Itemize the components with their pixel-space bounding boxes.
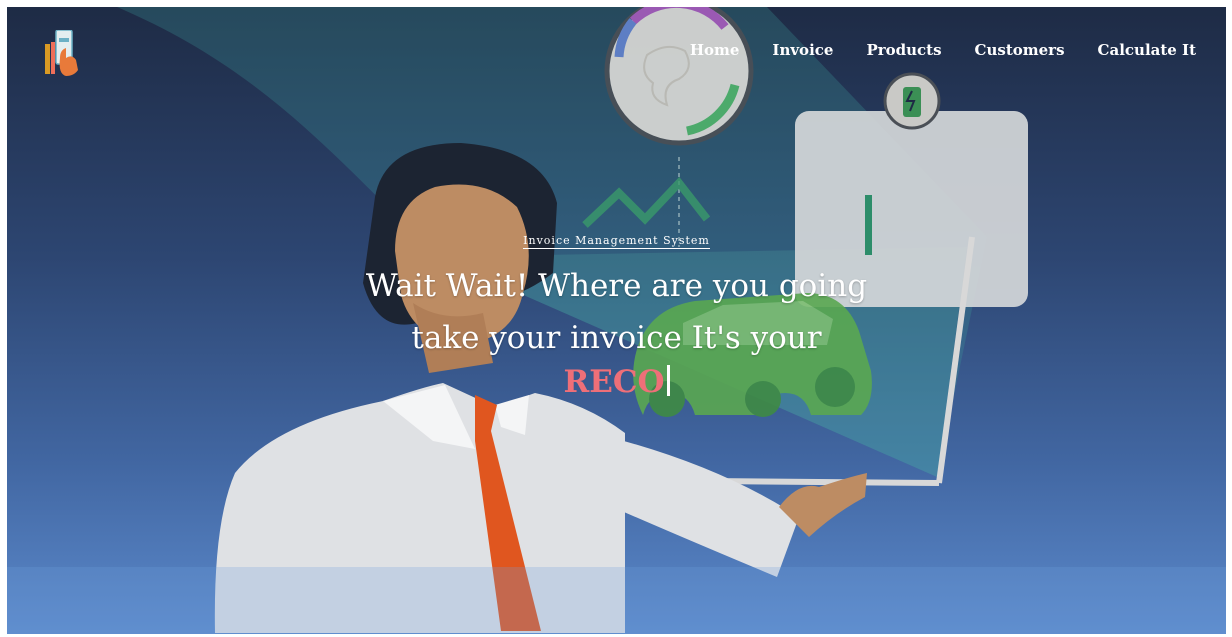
nav-invoice[interactable]: Invoice	[772, 41, 833, 59]
brand-logo[interactable]	[45, 30, 79, 76]
typed-text: RECO	[563, 364, 665, 400]
hero-subtitle-text: Invoice Management System	[523, 234, 710, 249]
nav-home[interactable]: Home	[690, 41, 740, 59]
main-nav: Home Invoice Products Customers Calculat…	[690, 41, 1196, 59]
hero-headline: Wait Wait! Where are you going take your…	[7, 260, 1226, 364]
page: Home Invoice Products Customers Calculat…	[0, 0, 1232, 637]
headline-line-1: Wait Wait! Where are you going	[365, 268, 868, 304]
nav-products[interactable]: Products	[866, 41, 941, 59]
nav-calculate-it[interactable]: Calculate It	[1098, 41, 1196, 59]
hero-subtitle: Invoice Management System	[7, 234, 1226, 249]
typed-text-row: RECO	[7, 362, 1226, 402]
typing-cursor	[666, 365, 670, 396]
globe-chart-icon	[604, 7, 754, 146]
hero-section: Home Invoice Products Customers Calculat…	[7, 7, 1226, 634]
headline-line-2: take your invoice It's your	[411, 320, 822, 356]
nav-customers[interactable]: Customers	[975, 41, 1065, 59]
